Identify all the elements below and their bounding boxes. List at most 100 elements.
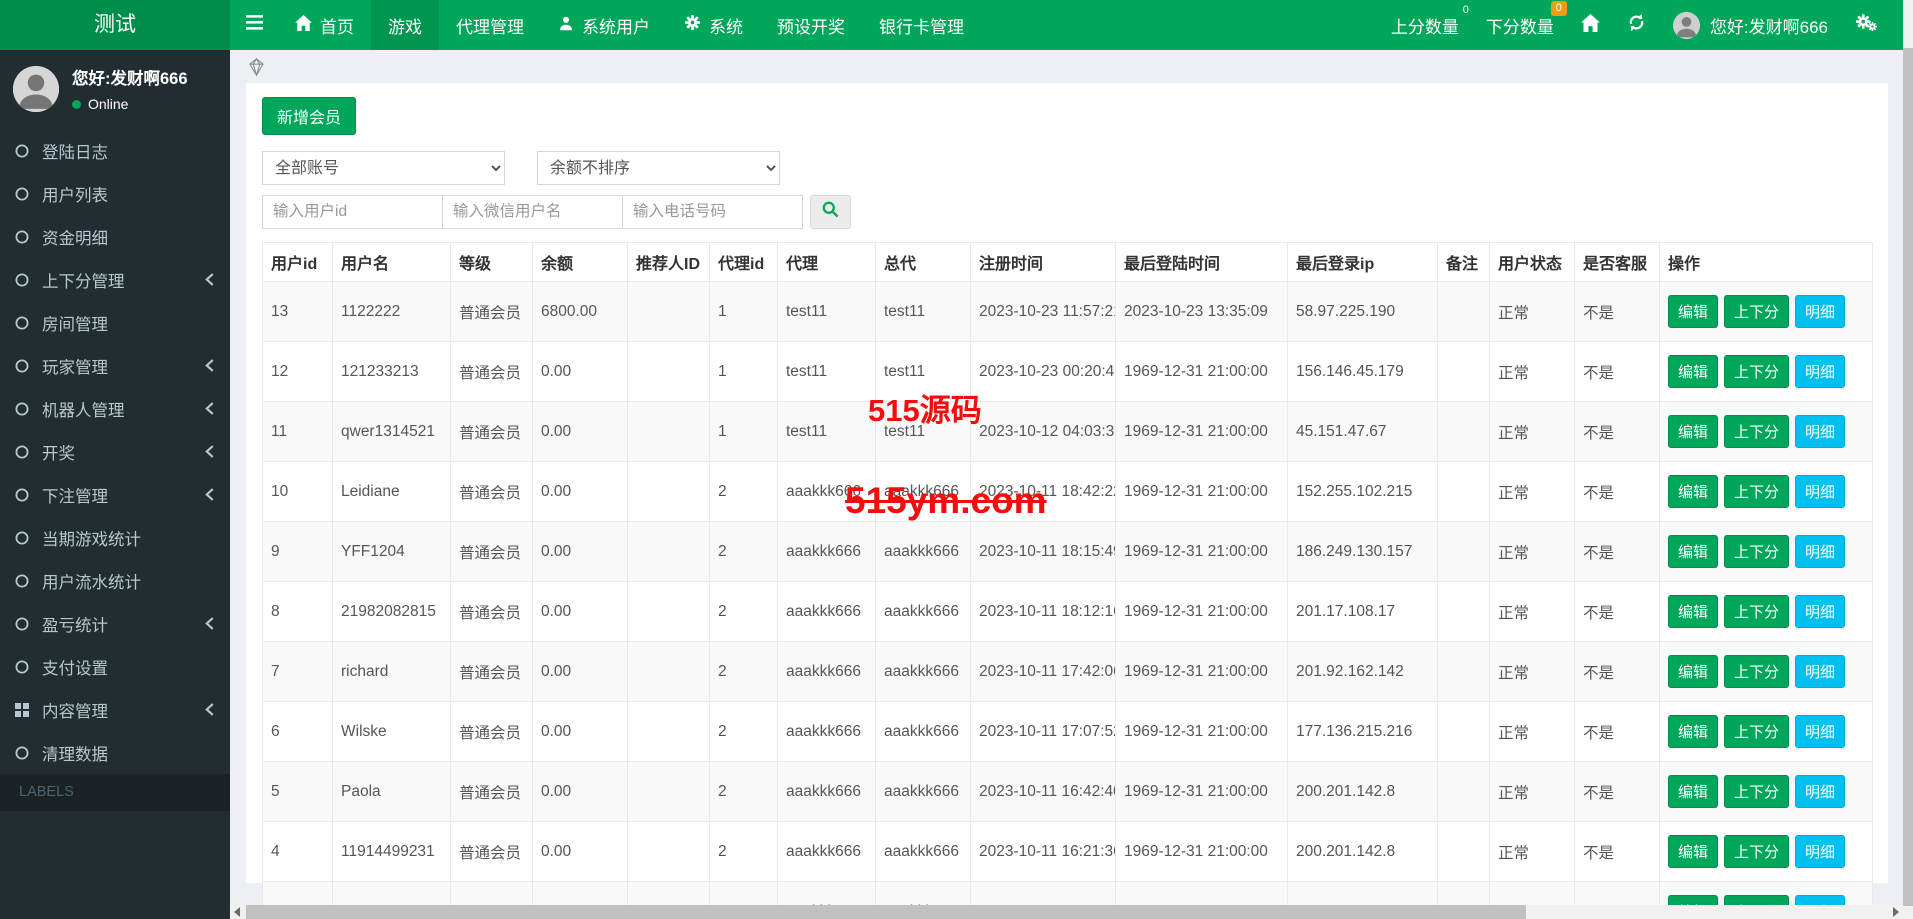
- detail-button[interactable]: 明细: [1795, 355, 1845, 388]
- score-button[interactable]: 上下分: [1724, 415, 1789, 448]
- score-button[interactable]: 上下分: [1724, 475, 1789, 508]
- sidebar-item-profit-loss-stats[interactable]: 盈亏统计: [0, 602, 230, 645]
- table-row: 12121233213普通会员0.001test11test112023-10-…: [263, 342, 1873, 402]
- edit-button[interactable]: 编辑: [1668, 415, 1718, 448]
- wechat-name-input[interactable]: [442, 195, 623, 229]
- home-shortcut-button[interactable]: [1581, 14, 1600, 37]
- score-button[interactable]: 上下分: [1724, 595, 1789, 628]
- detail-button[interactable]: 明细: [1795, 595, 1845, 628]
- cell-register-time: 2023-10-11 16:21:36: [971, 822, 1116, 882]
- detail-button[interactable]: 明细: [1795, 655, 1845, 688]
- score-button[interactable]: 上下分: [1724, 535, 1789, 568]
- user-id-input[interactable]: [262, 195, 443, 229]
- scroll-left-arrow-icon[interactable]: [230, 905, 244, 919]
- edit-button[interactable]: 编辑: [1668, 355, 1718, 388]
- edit-button[interactable]: 编辑: [1668, 535, 1718, 568]
- column-header: 备注: [1438, 243, 1490, 282]
- search-button[interactable]: [810, 195, 851, 229]
- cell-balance: 0.00: [533, 642, 628, 702]
- cell-remark: [1438, 882, 1490, 906]
- score-button[interactable]: 上下分: [1724, 655, 1789, 688]
- edit-button[interactable]: 编辑: [1668, 775, 1718, 808]
- vertical-scrollbar-thumb[interactable]: [1903, 48, 1913, 906]
- edit-button[interactable]: 编辑: [1668, 295, 1718, 328]
- user-menu[interactable]: 您好:发财啊666: [1673, 12, 1828, 39]
- cell-level: 普通会员: [451, 462, 533, 522]
- circle-icon: [15, 359, 30, 373]
- scroll-right-arrow-icon[interactable]: [1889, 905, 1903, 919]
- cell-user-status: 正常: [1490, 762, 1575, 822]
- sidebar-item-room-management[interactable]: 房间管理: [0, 301, 230, 344]
- edit-button[interactable]: 编辑: [1668, 895, 1718, 905]
- score-button[interactable]: 上下分: [1724, 355, 1789, 388]
- cell-agent: aaakkk666: [778, 882, 876, 906]
- edit-button[interactable]: 编辑: [1668, 475, 1718, 508]
- detail-button[interactable]: 明细: [1795, 295, 1845, 328]
- sidebar-item-bet-management[interactable]: 下注管理: [0, 473, 230, 516]
- cell-level: 普通会员: [451, 642, 533, 702]
- detail-button[interactable]: 明细: [1795, 415, 1845, 448]
- nav-item-preset-draw[interactable]: 预设开奖: [760, 0, 862, 50]
- cell-balance: 0.00: [533, 402, 628, 462]
- edit-button[interactable]: 编辑: [1668, 595, 1718, 628]
- column-header: 等级: [451, 243, 533, 282]
- horizontal-scrollbar[interactable]: [230, 905, 1903, 919]
- score-button[interactable]: 上下分: [1724, 835, 1789, 868]
- nav-item-bank-card-management[interactable]: 银行卡管理: [862, 0, 981, 50]
- nav-item-system-users[interactable]: 系统用户: [541, 0, 667, 50]
- detail-button[interactable]: 明细: [1795, 475, 1845, 508]
- sidebar-item-robot-management[interactable]: 机器人管理: [0, 387, 230, 430]
- score-button[interactable]: 上下分: [1724, 295, 1789, 328]
- sidebar-item-user-list[interactable]: 用户列表: [0, 172, 230, 215]
- cell-last-login-time: 1969-12-31 21:00:00: [1116, 402, 1288, 462]
- detail-button[interactable]: 明细: [1795, 535, 1845, 568]
- detail-button[interactable]: 明细: [1795, 775, 1845, 808]
- gem-icon[interactable]: [248, 63, 265, 80]
- nav-item-games[interactable]: 游戏: [371, 0, 439, 50]
- cell-general-agent: aaakkk666: [876, 762, 971, 822]
- score-button[interactable]: 上下分: [1724, 715, 1789, 748]
- sidebar-toggle-button[interactable]: [230, 0, 278, 50]
- sidebar-item-funds-detail[interactable]: 资金明细: [0, 215, 230, 258]
- down-score-link[interactable]: 下分数量0: [1486, 13, 1554, 38]
- score-button[interactable]: 上下分: [1724, 775, 1789, 808]
- sidebar-item-login-log[interactable]: 登陆日志: [0, 129, 230, 172]
- cell-last-login-time: 1969-12-31 21:00:00: [1116, 642, 1288, 702]
- phone-input[interactable]: [622, 195, 803, 229]
- edit-button[interactable]: 编辑: [1668, 835, 1718, 868]
- refresh-button[interactable]: [1627, 13, 1646, 37]
- detail-button[interactable]: 明细: [1795, 895, 1845, 905]
- sidebar-item-user-flow-stats[interactable]: 用户流水统计: [0, 559, 230, 602]
- horizontal-scrollbar-thumb[interactable]: [246, 905, 1526, 919]
- detail-button[interactable]: 明细: [1795, 835, 1845, 868]
- nav-item-agent-management[interactable]: 代理管理: [439, 0, 541, 50]
- add-member-button[interactable]: 新增会员: [262, 97, 356, 135]
- nav-item-system[interactable]: 系统: [667, 0, 760, 50]
- edit-button[interactable]: 编辑: [1668, 655, 1718, 688]
- up-score-link[interactable]: 上分数量0: [1391, 13, 1459, 38]
- balance-sort-select[interactable]: 余额不排序: [537, 151, 780, 185]
- detail-button[interactable]: 明细: [1795, 715, 1845, 748]
- sidebar-item-player-management[interactable]: 玩家管理: [0, 344, 230, 387]
- edit-button[interactable]: 编辑: [1668, 715, 1718, 748]
- cell-is-cs: 不是: [1575, 582, 1660, 642]
- chevron-left-icon: [204, 445, 215, 458]
- cell-register-time: 2023-10-11 18:42:22: [971, 462, 1116, 522]
- down-score-label: 下分数量: [1486, 18, 1554, 37]
- brand-title[interactable]: 测试: [0, 0, 230, 50]
- sidebar-item-content-management[interactable]: 内容管理: [0, 688, 230, 731]
- account-filter-select[interactable]: 全部账号: [262, 151, 505, 185]
- settings-button[interactable]: [1855, 13, 1877, 37]
- cell-referrer-id: [628, 882, 710, 906]
- sidebar-item-current-game-stats[interactable]: 当期游戏统计: [0, 516, 230, 559]
- sidebar-item-label: 开奖: [42, 440, 75, 464]
- nav-item-home[interactable]: 首页: [278, 0, 371, 50]
- vertical-scrollbar[interactable]: [1903, 0, 1913, 919]
- cell-balance: 0.00: [533, 462, 628, 522]
- sidebar-item-score-management[interactable]: 上下分管理: [0, 258, 230, 301]
- sidebar-item-payment-settings[interactable]: 支付设置: [0, 645, 230, 688]
- sidebar-item-clear-data[interactable]: 清理数据: [0, 731, 230, 774]
- cell-remark: [1438, 822, 1490, 882]
- score-button[interactable]: 上下分: [1724, 895, 1789, 905]
- sidebar-item-lottery-draw[interactable]: 开奖: [0, 430, 230, 473]
